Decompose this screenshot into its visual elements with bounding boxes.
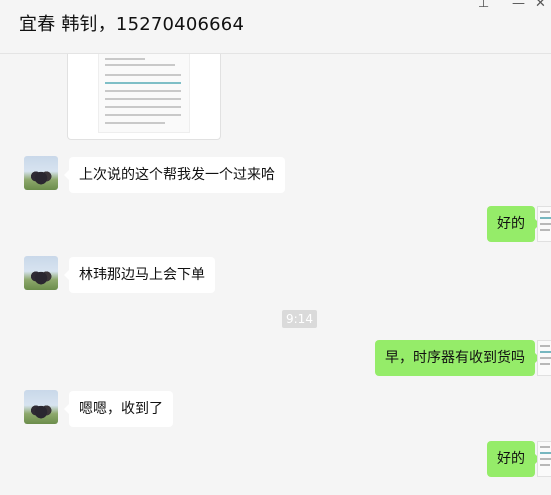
pin-icon[interactable]: ⊥	[478, 0, 489, 11]
message-bubble[interactable]: 早，时序器有收到货吗	[375, 340, 540, 376]
message-bubble[interactable]: 上次说的这个帮我发一个过来哈	[64, 157, 285, 193]
document-thumbnail	[98, 54, 190, 133]
chat-header: 宜春 韩钊，15270406664 ⊥ — ✕	[0, 0, 551, 54]
message-bubble[interactable]: 林玮那边马上会下单	[64, 257, 215, 293]
minimize-icon[interactable]: —	[512, 0, 525, 11]
self-avatar[interactable]	[537, 441, 551, 477]
message-bubble[interactable]: 好的	[487, 206, 540, 242]
timestamp: 9:14	[282, 310, 317, 328]
contact-avatar[interactable]	[24, 156, 58, 190]
message-bubble[interactable]: 嗯嗯，收到了	[64, 391, 173, 427]
shared-file-card[interactable]	[67, 54, 221, 140]
contact-avatar[interactable]	[24, 390, 58, 424]
self-avatar[interactable]	[537, 206, 551, 242]
message-list[interactable]: 上次说的这个帮我发一个过来哈 好的 林玮那边马上会下单 9:14 早，时序器有收…	[0, 54, 551, 495]
close-icon[interactable]: ✕	[535, 0, 546, 11]
message-bubble[interactable]: 好的	[487, 441, 540, 477]
self-avatar[interactable]	[537, 340, 551, 376]
chat-title: 宜春 韩钊，15270406664	[19, 14, 245, 35]
contact-avatar[interactable]	[24, 256, 58, 290]
